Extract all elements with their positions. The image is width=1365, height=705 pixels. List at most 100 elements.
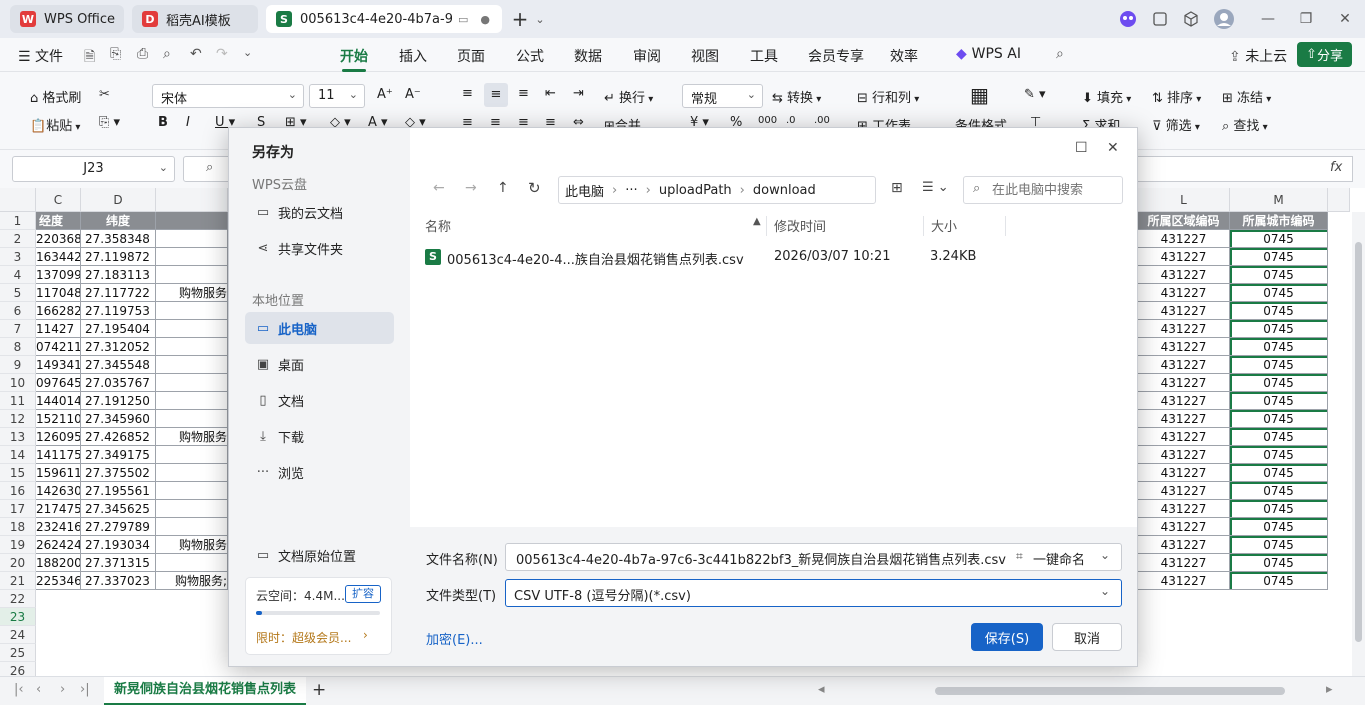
refresh-icon[interactable]: ↻	[528, 179, 541, 197]
quick-access-chevron-icon[interactable]: ⌄	[243, 46, 252, 59]
window-layout-icon[interactable]	[1150, 9, 1170, 29]
grid-cell[interactable]: 163442	[36, 248, 81, 266]
tab-page[interactable]: 页面	[457, 46, 485, 66]
tab-wps-office[interactable]: W WPS Office	[10, 5, 124, 33]
grid-cell[interactable]: 431227	[1138, 356, 1230, 374]
decrease-font-icon[interactable]: A⁻	[405, 87, 421, 102]
ai-assistant-icon[interactable]	[1118, 9, 1138, 29]
indent-icon[interactable]: ⇥	[573, 86, 584, 101]
share-button[interactable]: ⇧ 分享	[1297, 42, 1352, 67]
tab-review[interactable]: 审阅	[633, 46, 661, 66]
grid-cell[interactable]: 220368	[36, 230, 81, 248]
grid-cell[interactable]: 159611	[36, 464, 81, 482]
header-cell-longitude[interactable]: 经度	[36, 212, 81, 230]
breadcrumb-item[interactable]: uploadPath	[659, 183, 732, 198]
grid-cell[interactable]: 0745	[1230, 536, 1328, 554]
row-header[interactable]: 15	[0, 464, 36, 482]
header-cell-city-code[interactable]: 所属城市编码	[1230, 212, 1328, 230]
grid-cell[interactable]: 0745	[1230, 500, 1328, 518]
new-folder-icon[interactable]: ⊞	[891, 180, 903, 196]
grid-cell[interactable]: 0745	[1230, 248, 1328, 266]
add-sheet-icon[interactable]: +	[312, 680, 326, 700]
print-icon[interactable]: ⎙	[137, 46, 148, 62]
grid-cell[interactable]: 27.345960	[81, 410, 156, 428]
row-header[interactable]: 10	[0, 374, 36, 392]
scroll-right-icon[interactable]: ▸	[1326, 682, 1333, 697]
grid-cell[interactable]: 27.183113	[81, 266, 156, 284]
row-header[interactable]: 12	[0, 410, 36, 428]
chevron-down-icon[interactable]: ⌄	[1100, 548, 1110, 562]
close-tab-icon[interactable]: ●	[480, 13, 490, 26]
grid-cell[interactable]: 27.195561	[81, 482, 156, 500]
tab-current-file[interactable]: S 005613c4-4e20-4b7a-97c6 ▭ ●	[266, 5, 502, 33]
grid-cell[interactable]: 431227	[1138, 446, 1230, 464]
grid-cell[interactable]: 431227	[1138, 536, 1230, 554]
view-mode-icon[interactable]: ☰ ⌄	[922, 180, 949, 195]
column-header-d[interactable]: D	[81, 188, 156, 212]
grid-cell[interactable]	[156, 320, 228, 338]
grid-cell[interactable]: 0745	[1230, 446, 1328, 464]
search-input[interactable]	[992, 180, 1118, 200]
tab-docer-templates[interactable]: D 稻壳AI模板	[132, 5, 258, 33]
grid-cell[interactable]: 27.119872	[81, 248, 156, 266]
grid-cell[interactable]: 27.345625	[81, 500, 156, 518]
grid-cell[interactable]: 27.193034	[81, 536, 156, 554]
chevron-down-icon[interactable]: ⌄	[530, 9, 550, 29]
align-bottom-icon[interactable]: ≡	[518, 86, 529, 101]
grid-cell[interactable]: 431227	[1138, 284, 1230, 302]
grid-cell[interactable]: 232416	[36, 518, 81, 536]
back-icon[interactable]: ←	[433, 180, 445, 196]
column-size-header[interactable]: 大小	[931, 216, 957, 235]
row-header[interactable]: 7	[0, 320, 36, 338]
maximize-icon[interactable]: ☐	[1075, 140, 1088, 156]
grid-cell[interactable]: 购物服务	[156, 428, 228, 446]
close-dialog-icon[interactable]: ✕	[1107, 140, 1119, 156]
grid-cell[interactable]	[156, 446, 228, 464]
grid-cell[interactable]: 217475	[36, 500, 81, 518]
grid-cell[interactable]: 431227	[1138, 464, 1230, 482]
outdent-icon[interactable]: ⇤	[545, 86, 556, 101]
grid-cell[interactable]: 27.375502	[81, 464, 156, 482]
chevron-right-icon[interactable]: ›	[363, 628, 368, 642]
grid-cell[interactable]: 0745	[1230, 374, 1328, 392]
quick-export-icon[interactable]: ⎘	[110, 46, 121, 62]
expand-button[interactable]: 扩容	[345, 585, 381, 603]
grid-cell[interactable]	[156, 266, 228, 284]
grid-cell[interactable]: 137099	[36, 266, 81, 284]
prev-sheet-icon[interactable]: ‹	[36, 682, 41, 697]
italic-icon[interactable]: I	[186, 115, 190, 130]
row-header[interactable]: 14	[0, 446, 36, 464]
row-header[interactable]: 23	[0, 608, 36, 626]
nav-this-pc[interactable]: ▭ 此电脑	[245, 312, 394, 344]
grid-cell[interactable]: 0745	[1230, 302, 1328, 320]
grid-cell[interactable]: 0745	[1230, 230, 1328, 248]
grid-cell[interactable]: 431227	[1138, 410, 1230, 428]
cancel-button[interactable]: 取消	[1052, 623, 1122, 651]
row-header[interactable]: 8	[0, 338, 36, 356]
grid-cell[interactable]	[156, 392, 228, 410]
sort-button[interactable]: ⇅ 排序 ▾	[1152, 87, 1201, 106]
grid-cell[interactable]	[156, 338, 228, 356]
tab-efficiency[interactable]: 效率	[890, 46, 918, 66]
grid-cell[interactable]	[156, 302, 228, 320]
cell-style-icon[interactable]: ✎ ▾	[1024, 87, 1046, 102]
grid-cell[interactable]: 431227	[1138, 500, 1230, 518]
grid-cell[interactable]	[156, 410, 228, 428]
row-header[interactable]: 17	[0, 500, 36, 518]
quick-save-icon[interactable]: 🗎	[84, 46, 95, 70]
grid-cell[interactable]: 0745	[1230, 284, 1328, 302]
tab-insert[interactable]: 插入	[399, 46, 427, 66]
grid-cell[interactable]: 27.371315	[81, 554, 156, 572]
grid-cell[interactable]: 188200	[36, 554, 81, 572]
grid-cell[interactable]: 27.312052	[81, 338, 156, 356]
grid-cell[interactable]: 27.337023	[81, 572, 156, 590]
grid-cell[interactable]: 0745	[1230, 410, 1328, 428]
wrap-text-button[interactable]: ↵ 换行 ▾	[604, 87, 653, 106]
grid-cell[interactable]: 141175	[36, 446, 81, 464]
row-header[interactable]: 4	[0, 266, 36, 284]
find-button[interactable]: ⌕ 查找 ▾	[1222, 115, 1268, 134]
grid-cell[interactable]: 0745	[1230, 464, 1328, 482]
nav-downloads[interactable]: ⤓ 下载	[245, 420, 394, 452]
nav-original-location[interactable]: ▭ 文档原始位置	[245, 539, 394, 571]
copy-icon[interactable]: ⎘ ▾	[99, 115, 120, 130]
